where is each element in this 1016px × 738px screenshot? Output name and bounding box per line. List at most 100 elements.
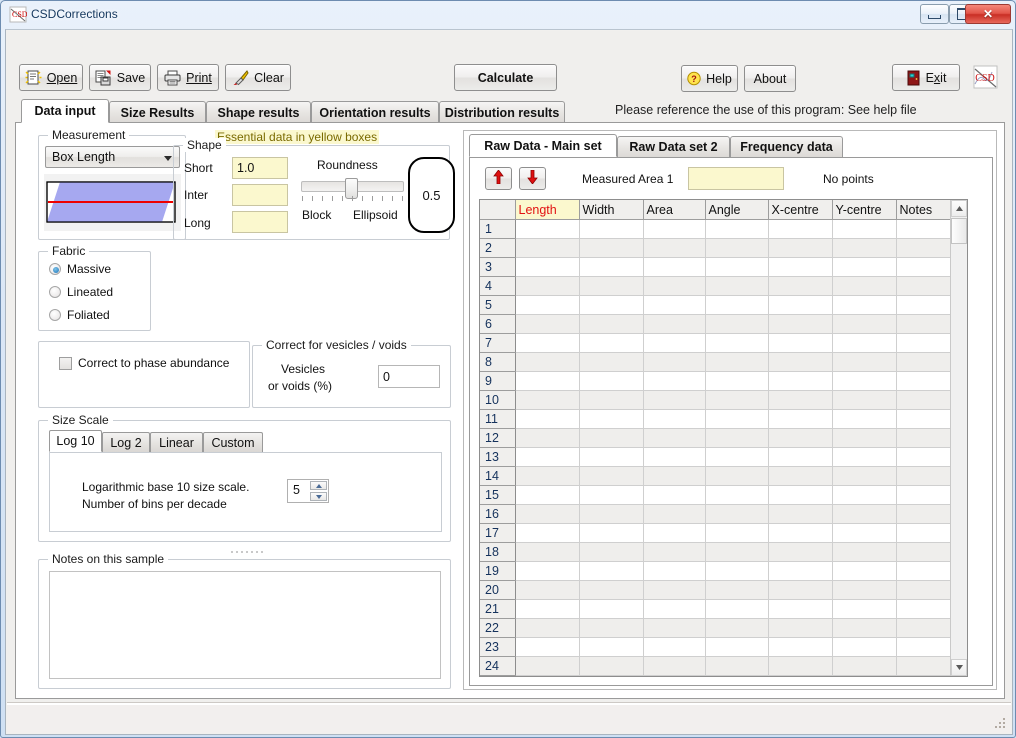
- table-row[interactable]: 8: [480, 352, 967, 372]
- grid-corner-cell[interactable]: [480, 200, 516, 220]
- grid-cell[interactable]: [643, 504, 706, 524]
- grid-cell[interactable]: [705, 333, 769, 353]
- grid-cell[interactable]: [643, 409, 706, 429]
- grid-cell[interactable]: [579, 466, 644, 486]
- fabric-option-massive[interactable]: Massive: [49, 262, 144, 278]
- row-number-cell[interactable]: 25: [480, 675, 516, 676]
- table-row[interactable]: 14: [480, 466, 967, 486]
- grid-cell[interactable]: [643, 219, 706, 239]
- grid-cell[interactable]: [832, 523, 897, 543]
- grid-cell[interactable]: [768, 390, 833, 410]
- grid-cell[interactable]: [643, 352, 706, 372]
- move-up-button[interactable]: [485, 167, 512, 190]
- row-number-cell[interactable]: 10: [480, 390, 516, 410]
- row-number-cell[interactable]: 2: [480, 238, 516, 258]
- grid-cell[interactable]: [705, 295, 769, 315]
- grid-cell[interactable]: [705, 599, 769, 619]
- grid-cell[interactable]: [515, 314, 580, 334]
- grid-cell[interactable]: [579, 580, 644, 600]
- size-scale-tab-log10[interactable]: Log 10: [49, 430, 102, 452]
- row-number-cell[interactable]: 19: [480, 561, 516, 581]
- table-row[interactable]: 3: [480, 257, 967, 277]
- grid-cell[interactable]: [579, 276, 644, 296]
- grid-cell[interactable]: [643, 485, 706, 505]
- grid-cell[interactable]: [705, 409, 769, 429]
- grid-cell[interactable]: [579, 314, 644, 334]
- grid-cell[interactable]: [768, 238, 833, 258]
- scroll-down-button[interactable]: [951, 659, 967, 676]
- grid-cell[interactable]: [579, 561, 644, 581]
- grid-cell[interactable]: [768, 352, 833, 372]
- grid-cell[interactable]: [515, 485, 580, 505]
- grid-cell[interactable]: [515, 238, 580, 258]
- column-header-x-centre[interactable]: X-centre: [768, 200, 833, 220]
- grid-cell[interactable]: [768, 276, 833, 296]
- row-number-cell[interactable]: 8: [480, 352, 516, 372]
- grid-cell[interactable]: [832, 333, 897, 353]
- table-row[interactable]: 22: [480, 618, 967, 638]
- table-row[interactable]: 24: [480, 656, 967, 676]
- grid-cell[interactable]: [515, 447, 580, 467]
- correct-phase-abundance-checkbox[interactable]: Correct to phase abundance: [59, 356, 239, 372]
- row-number-cell[interactable]: 9: [480, 371, 516, 391]
- exit-button[interactable]: Exit: [892, 64, 960, 91]
- table-row[interactable]: 23: [480, 637, 967, 657]
- grid-cell[interactable]: [832, 618, 897, 638]
- roundness-slider[interactable]: [301, 178, 404, 199]
- grid-cell[interactable]: [515, 580, 580, 600]
- grid-cell[interactable]: [705, 580, 769, 600]
- table-row[interactable]: 15: [480, 485, 967, 505]
- grid-cell[interactable]: [768, 542, 833, 562]
- row-number-cell[interactable]: 16: [480, 504, 516, 524]
- grid-cell[interactable]: [705, 542, 769, 562]
- grid-cell[interactable]: [643, 295, 706, 315]
- raw-data-grid[interactable]: Length Width Area Angle X-centre Y-centr…: [479, 199, 968, 677]
- shape-inter-input[interactable]: [232, 184, 288, 206]
- measurement-select[interactable]: Box Length: [45, 146, 180, 168]
- table-row[interactable]: 17: [480, 523, 967, 543]
- table-row[interactable]: 5: [480, 295, 967, 315]
- move-down-button[interactable]: [519, 167, 546, 190]
- grid-cell[interactable]: [643, 542, 706, 562]
- minimize-button[interactable]: [920, 4, 949, 24]
- table-row[interactable]: 21: [480, 599, 967, 619]
- grid-cell[interactable]: [579, 656, 644, 676]
- row-number-cell[interactable]: 18: [480, 542, 516, 562]
- grid-cell[interactable]: [705, 637, 769, 657]
- grid-cell[interactable]: [832, 580, 897, 600]
- grid-cell[interactable]: [768, 580, 833, 600]
- grid-cell[interactable]: [705, 523, 769, 543]
- grid-cell[interactable]: [832, 371, 897, 391]
- grid-cell[interactable]: [515, 371, 580, 391]
- scroll-up-button[interactable]: [951, 200, 967, 217]
- grid-cell[interactable]: [832, 257, 897, 277]
- close-button[interactable]: ✕: [965, 4, 1011, 24]
- grid-cell[interactable]: [515, 523, 580, 543]
- grid-cell[interactable]: [515, 561, 580, 581]
- grid-cell[interactable]: [705, 447, 769, 467]
- row-number-cell[interactable]: 14: [480, 466, 516, 486]
- grid-cell[interactable]: [832, 675, 897, 676]
- grid-cell[interactable]: [643, 428, 706, 448]
- grid-cell[interactable]: [832, 219, 897, 239]
- grid-cell[interactable]: [515, 276, 580, 296]
- grid-cell[interactable]: [643, 637, 706, 657]
- grid-cell[interactable]: [515, 637, 580, 657]
- grid-cell[interactable]: [579, 504, 644, 524]
- grid-cell[interactable]: [768, 561, 833, 581]
- grid-cell[interactable]: [705, 257, 769, 277]
- grid-cell[interactable]: [768, 219, 833, 239]
- fabric-option-foliated[interactable]: Foliated: [49, 308, 144, 324]
- tab-shape-results[interactable]: Shape results: [206, 101, 311, 123]
- grid-cell[interactable]: [832, 314, 897, 334]
- grid-cell[interactable]: [579, 409, 644, 429]
- column-header-angle[interactable]: Angle: [705, 200, 769, 220]
- help-button[interactable]: ? Help: [681, 65, 738, 92]
- grid-cell[interactable]: [705, 618, 769, 638]
- table-row[interactable]: 10: [480, 390, 967, 410]
- about-button[interactable]: About: [744, 65, 796, 92]
- grid-cell[interactable]: [832, 637, 897, 657]
- grid-cell[interactable]: [515, 295, 580, 315]
- grid-cell[interactable]: [832, 485, 897, 505]
- grid-cell[interactable]: [832, 542, 897, 562]
